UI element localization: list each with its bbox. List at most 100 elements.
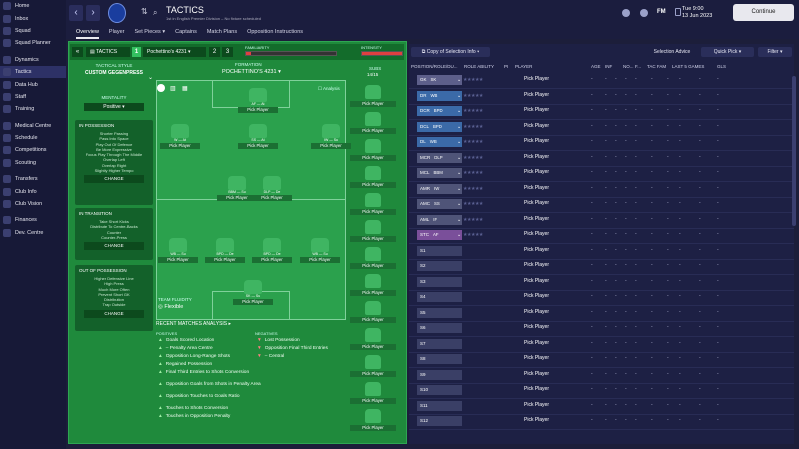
sub-slot[interactable]: Pick Player (350, 166, 396, 188)
position-cell[interactable]: MCR DLP ⌄ (417, 152, 462, 163)
pick-player-label[interactable]: Pick Player (350, 398, 396, 404)
pick-player-label[interactable]: Pick Player (524, 138, 549, 144)
position-cell[interactable]: S8 (417, 354, 462, 364)
sidebar-item[interactable]: Transfers (0, 173, 66, 185)
table-row[interactable]: S4 Pick Player - - - - - - - - - - (409, 291, 794, 306)
sub-slot[interactable]: Pick Player (350, 139, 396, 161)
position-cell[interactable]: S12 (417, 416, 462, 426)
chevron-down-icon[interactable]: ⌄ (457, 75, 461, 85)
sidebar-item[interactable]: Squad Planner (0, 37, 66, 49)
chart-icon[interactable]: ▦ (182, 85, 188, 92)
pick-player-label[interactable]: Pick Player (524, 76, 549, 82)
table-row[interactable]: MCR DLP ⌄ ★★★★★ Pick Player - - - - - - - - - - (409, 152, 794, 167)
pick-player-label[interactable]: Pick Player (524, 216, 549, 222)
continue-button[interactable]: Continue (733, 4, 794, 21)
sub-slot[interactable]: Pick Player (350, 355, 396, 377)
pick-player-label[interactable]: Pick Player (252, 257, 292, 263)
pick-player-label[interactable]: Pick Player (524, 293, 549, 299)
pick-player-label[interactable]: Pick Player (524, 371, 549, 377)
pick-player-label[interactable]: Pick Player (524, 417, 549, 423)
column-header[interactable]: PLAYER (515, 64, 532, 69)
table-row[interactable]: S7 Pick Player - - - - - - - - - - (409, 338, 794, 353)
pick-player-label[interactable]: Pick Player (524, 123, 549, 129)
tactic-selector[interactable]: Pochettino's 4231 ▾ (143, 47, 206, 57)
collapse-icon[interactable]: « (72, 47, 83, 57)
column-header[interactable]: NO... (623, 64, 634, 69)
pick-player-label[interactable]: Pick Player (524, 107, 549, 113)
sub-slot[interactable]: Pick Player (350, 193, 396, 215)
pick-player-label[interactable]: Pick Player (233, 299, 273, 305)
chevron-down-icon[interactable]: ⌄ (457, 137, 461, 147)
position-cell[interactable]: S9 (417, 369, 462, 380)
pick-player-label[interactable]: Pick Player (350, 371, 396, 377)
pick-player-label[interactable]: Pick Player (524, 402, 549, 408)
change-button[interactable]: CHANGE (84, 309, 144, 318)
sub-slot[interactable]: Pick Player (350, 247, 396, 269)
position-cell[interactable]: MCL BBM ⌄ (417, 168, 462, 178)
quick-pick-button[interactable]: Quick Pick ▾ (701, 47, 754, 57)
position-cell[interactable]: S6 (417, 323, 462, 333)
position-cell[interactable]: S7 (417, 338, 462, 349)
pick-player-label[interactable]: Pick Player (524, 92, 549, 98)
table-row[interactable]: S3 Pick Player - - - - - - - - - - (409, 276, 794, 291)
position-cell[interactable]: AMR IW ⌄ (417, 183, 462, 194)
pick-player-label[interactable]: Pick Player (524, 154, 549, 160)
chevron-down-icon[interactable]: ⌄ (457, 153, 461, 163)
sub-slot[interactable]: Pick Player (350, 409, 396, 431)
club-badge-icon[interactable] (108, 3, 126, 23)
tactic-slot-2[interactable]: 2 (209, 47, 220, 57)
tactic-slot-1[interactable]: 1 (132, 47, 141, 57)
pick-player-label[interactable]: Pick Player (217, 195, 257, 201)
settings-icon[interactable] (640, 9, 648, 17)
table-row[interactable]: GK SK ⌄ ★★★★★ Pick Player - - - - - - - - - - (409, 74, 794, 89)
position-cell[interactable]: DR WB ⌄ (417, 90, 462, 101)
sidebar-item[interactable]: Dev. Centre (0, 227, 66, 239)
column-header[interactable]: INF (605, 64, 612, 69)
pick-player-label[interactable]: Pick Player (524, 185, 549, 191)
chevron-down-icon[interactable]: ⌄ (457, 122, 461, 132)
table-row[interactable]: S12 Pick Player - - - - - - - - - - (409, 415, 794, 430)
pitch-player[interactable]: BBM — Su Pick Player (217, 176, 257, 201)
table-row[interactable]: MCL BBM ⌄ ★★★★★ Pick Player - - - - - - - - - - (409, 167, 794, 182)
change-button[interactable]: CHANGE (84, 175, 144, 184)
pick-player-label[interactable]: Pick Player (158, 257, 198, 263)
pick-player-label[interactable]: Pick Player (350, 128, 396, 134)
position-cell[interactable]: S10 (417, 385, 462, 395)
pick-player-label[interactable]: Pick Player (238, 143, 278, 149)
sub-slot[interactable]: Pick Player (350, 328, 396, 350)
pitch-player[interactable]: WB — Su Pick Player (300, 238, 340, 263)
position-cell[interactable]: STC AF ⌄ (417, 230, 462, 240)
scrollbar[interactable] (792, 76, 796, 226)
position-cell[interactable]: AMC SS ⌄ (417, 199, 462, 209)
pick-player-label[interactable]: Pick Player (524, 324, 549, 330)
pick-player-label[interactable]: Pick Player (311, 143, 351, 149)
pick-player-label[interactable]: Pick Player (350, 344, 396, 350)
pick-player-label[interactable]: Pick Player (350, 290, 396, 296)
chevron-down-icon[interactable]: ⌄ (457, 184, 461, 194)
position-cell[interactable]: DL WB ⌄ (417, 137, 462, 147)
pick-player-label[interactable]: Pick Player (160, 143, 200, 149)
fm-logo-icon[interactable]: FM (657, 9, 666, 15)
pick-player-label[interactable]: Pick Player (350, 209, 396, 215)
pick-player-label[interactable]: Pick Player (524, 278, 549, 284)
table-row[interactable]: S1 Pick Player - - - - - - - - - - (409, 245, 794, 260)
recent-analysis-heading[interactable]: RECENT MATCHES ANALYSIS ▸ (156, 321, 231, 327)
position-cell[interactable]: S3 (417, 276, 462, 287)
pick-player-label[interactable]: Pick Player (350, 317, 396, 323)
position-cell[interactable]: S11 (417, 400, 462, 411)
pitch-player[interactable]: W — At Pick Player (160, 124, 200, 149)
pick-player-label[interactable]: Pick Player (350, 101, 396, 107)
table-row[interactable]: S8 Pick Player - - - - - - - - - - (409, 353, 794, 368)
tab[interactable]: Player (109, 27, 125, 39)
table-row[interactable]: AMR IW ⌄ ★★★★★ Pick Player - - - - - - - - - - (409, 183, 794, 198)
table-row[interactable]: AMC SS ⌄ ★★★★★ Pick Player - - - - - - - - - - (409, 198, 794, 213)
pick-player-label[interactable]: Pick Player (524, 247, 549, 253)
pick-player-label[interactable]: Pick Player (524, 340, 549, 346)
pitch-player[interactable]: IW — Su Pick Player (311, 124, 351, 149)
sidebar-item[interactable]: Dynamics (0, 54, 66, 66)
help-icon[interactable] (622, 9, 630, 17)
position-cell[interactable]: DCL BPD ⌄ (417, 121, 462, 132)
sidebar-item[interactable]: Home (0, 0, 66, 12)
chevron-down-icon[interactable]: ⌄ (457, 215, 461, 225)
pick-player-label[interactable]: Pick Player (524, 355, 549, 361)
